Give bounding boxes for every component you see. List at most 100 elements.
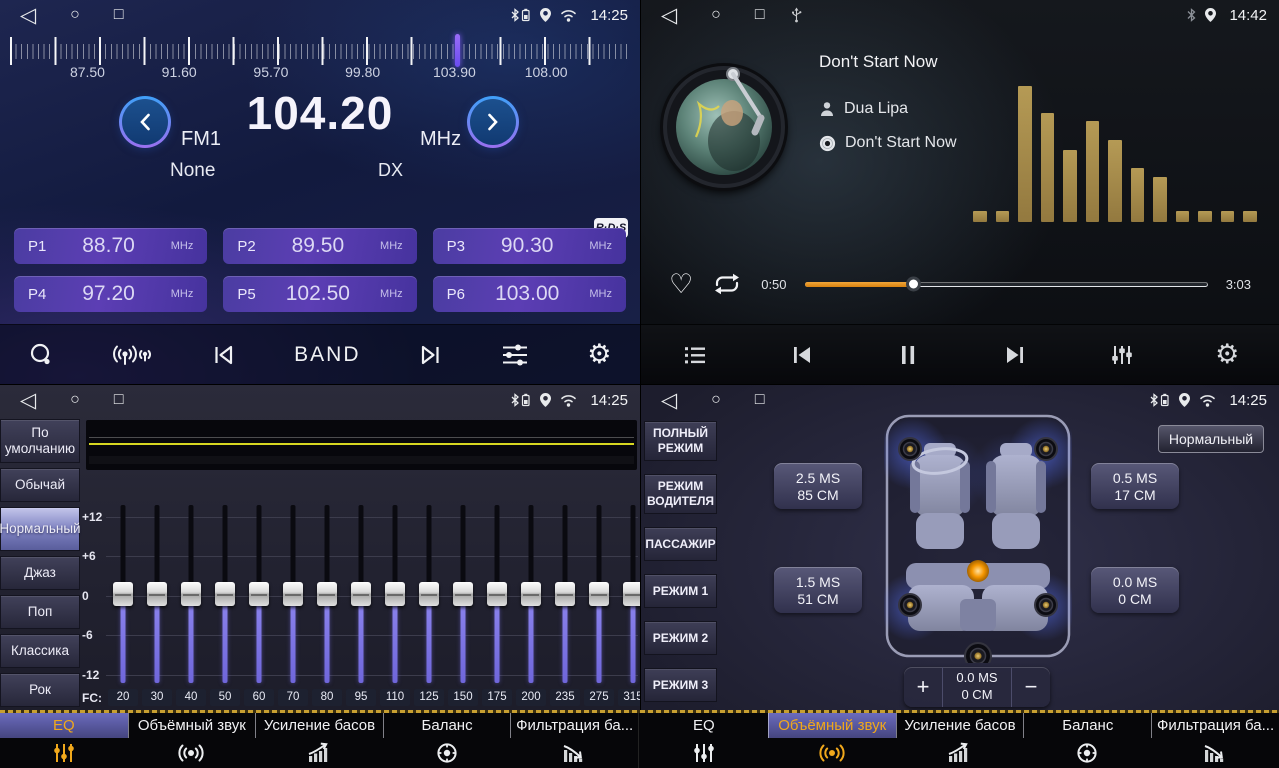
recents-icon[interactable]: □ [755, 6, 765, 24]
eq-settings-button[interactable] [500, 342, 530, 368]
slider-knob[interactable] [249, 582, 269, 606]
slider-knob[interactable] [317, 582, 337, 606]
eq-band-slider[interactable] [480, 505, 514, 683]
settings-gear-icon[interactable]: ⚙ [1215, 341, 1239, 368]
slider-knob[interactable] [147, 582, 167, 606]
preset-button[interactable]: P3 90.30 MHz [433, 228, 626, 264]
eq-band-slider[interactable] [514, 505, 548, 683]
recents-icon[interactable]: □ [114, 6, 124, 24]
tab-bass-boost[interactable]: Усиление басов [255, 713, 383, 768]
tab-surround[interactable]: Объёмный звук [128, 713, 256, 768]
tab-eq[interactable]: EQ [640, 713, 768, 768]
slider-knob[interactable] [589, 582, 609, 606]
back-icon[interactable]: ◁ [20, 3, 36, 28]
tab-filter[interactable]: Фильтрация ба... [510, 713, 638, 768]
previous-track-button[interactable] [788, 342, 816, 368]
slider-knob[interactable] [419, 582, 439, 606]
eq-curve-reference-line [89, 437, 634, 438]
tab-balance[interactable]: Баланс [1023, 713, 1151, 768]
eq-band-slider[interactable] [378, 505, 412, 683]
eq-band-slider[interactable] [412, 505, 446, 683]
band-button[interactable]: BAND [294, 343, 360, 367]
slider-knob[interactable] [453, 582, 473, 606]
eq-preset-button[interactable]: Джаз [0, 556, 80, 590]
preset-button[interactable]: P2 89.50 MHz [223, 228, 416, 264]
eq-band-slider[interactable] [344, 505, 378, 683]
eq-preset-button[interactable]: По умолчанию [0, 419, 80, 463]
slider-knob[interactable] [385, 582, 405, 606]
front-left-delay-button[interactable]: 2.5 MS 85 CM [774, 463, 862, 509]
recents-icon[interactable]: □ [755, 391, 765, 409]
scan-button[interactable] [28, 342, 55, 368]
slider-knob[interactable] [487, 582, 507, 606]
eq-band-slider[interactable] [174, 505, 208, 683]
listening-mode-button[interactable]: РЕЖИМ 1 [644, 574, 717, 608]
eq-band-slider[interactable] [276, 505, 310, 683]
back-icon[interactable]: ◁ [20, 388, 36, 413]
recents-icon[interactable]: □ [114, 391, 124, 409]
back-icon[interactable]: ◁ [661, 3, 677, 28]
tuner-indicator[interactable] [455, 34, 460, 67]
audio-settings-button[interactable] [1108, 342, 1136, 368]
eq-band-slider[interactable] [582, 505, 616, 683]
slider-knob[interactable] [521, 582, 541, 606]
eq-preset-button[interactable]: Поп [0, 595, 80, 629]
pause-button[interactable] [895, 342, 921, 368]
tab-balance[interactable]: Баланс [383, 713, 511, 768]
playlist-button[interactable] [681, 343, 709, 367]
repeat-icon[interactable] [711, 271, 743, 297]
home-icon[interactable]: ○ [711, 6, 721, 24]
next-track-button[interactable] [1001, 342, 1029, 368]
eq-band-slider[interactable] [616, 505, 640, 683]
broadcast-button[interactable] [112, 342, 154, 368]
slider-knob[interactable] [623, 582, 640, 606]
eq-preset-button[interactable]: Рок [0, 673, 80, 707]
slider-knob[interactable] [555, 582, 575, 606]
seek-thumb[interactable] [906, 277, 921, 292]
favorite-icon[interactable]: ♡ [669, 271, 693, 298]
listening-mode-button[interactable]: РЕЖИМ ВОДИТЕЛЯ [644, 474, 717, 514]
listening-mode-button[interactable]: РЕЖИМ 3 [644, 668, 717, 702]
slider-knob[interactable] [215, 582, 235, 606]
listening-mode-button[interactable]: ПОЛНЫЙ РЕЖИМ [644, 421, 717, 461]
delay-decrease-button[interactable]: − [1012, 667, 1050, 707]
eq-band-slider[interactable] [446, 505, 480, 683]
previous-station-button[interactable] [211, 342, 237, 368]
tab-surround[interactable]: Объёмный звук [768, 713, 896, 768]
settings-gear-icon[interactable]: ⚙ [587, 341, 611, 368]
rear-right-delay-button[interactable]: 0.0 MS 0 CM [1091, 567, 1179, 613]
rear-left-delay-button[interactable]: 1.5 MS 51 CM [774, 567, 862, 613]
eq-band-slider[interactable] [548, 505, 582, 683]
soundfield-preset-button[interactable]: Нормальный [1158, 425, 1264, 453]
eq-preset-button[interactable]: Обычай [0, 468, 80, 502]
preset-button[interactable]: P6 103.00 MHz [433, 276, 626, 312]
slider-knob[interactable] [283, 582, 303, 606]
preset-button[interactable]: P4 97.20 MHz [14, 276, 207, 312]
slider-knob[interactable] [351, 582, 371, 606]
eq-band-slider[interactable] [242, 505, 276, 683]
preset-button[interactable]: P1 88.70 MHz [14, 228, 207, 264]
tab-eq[interactable]: EQ [0, 713, 128, 768]
home-icon[interactable]: ○ [70, 391, 80, 409]
listening-mode-button[interactable]: ПАССАЖИР [644, 527, 717, 561]
slider-knob[interactable] [113, 582, 133, 606]
eq-band-slider[interactable] [106, 505, 140, 683]
tab-filter[interactable]: Фильтрация ба... [1151, 713, 1279, 768]
tuner-scale[interactable] [10, 36, 630, 66]
slider-knob[interactable] [181, 582, 201, 606]
back-icon[interactable]: ◁ [661, 388, 677, 413]
home-icon[interactable]: ○ [711, 391, 721, 409]
eq-preset-button[interactable]: Классика [0, 634, 80, 668]
home-icon[interactable]: ○ [70, 6, 80, 24]
preset-button[interactable]: P5 102.50 MHz [223, 276, 416, 312]
eq-band-slider[interactable] [208, 505, 242, 683]
seek-bar[interactable] [805, 282, 1208, 287]
tab-bass-boost[interactable]: Усиление басов [896, 713, 1024, 768]
eq-band-slider[interactable] [140, 505, 174, 683]
next-station-button[interactable] [417, 342, 443, 368]
listening-mode-button[interactable]: РЕЖИМ 2 [644, 621, 717, 655]
delay-increase-button[interactable]: + [904, 667, 942, 707]
eq-band-slider[interactable] [310, 505, 344, 683]
front-right-delay-button[interactable]: 0.5 MS 17 CM [1091, 463, 1179, 509]
eq-preset-button[interactable]: Нормальный [0, 507, 80, 551]
